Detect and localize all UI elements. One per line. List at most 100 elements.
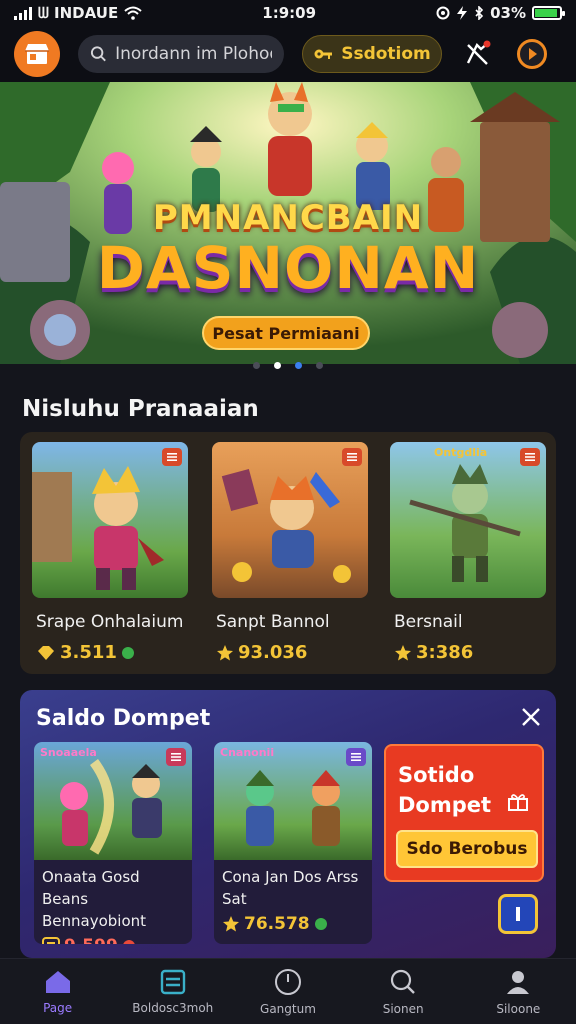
bluetooth-icon <box>475 6 484 20</box>
status-bar: ᗯ INDAUE 1:9:09 03% <box>0 0 576 26</box>
price-value: 3.511 <box>60 642 117 663</box>
hero-title-line1: PMNANCBAIN <box>152 198 424 238</box>
menu-icon[interactable] <box>162 448 182 466</box>
nav-label: Boldosc3moh <box>132 1000 214 1015</box>
bolt-icon <box>457 6 468 20</box>
nav-label: Sionen <box>382 1001 424 1016</box>
game-thumbnail <box>32 442 188 598</box>
promo-title-line1: Sotido <box>398 763 475 787</box>
wallet-icon <box>160 969 185 994</box>
thumb-banner: Cnanonii <box>220 746 275 759</box>
gift-icon <box>508 794 528 811</box>
promo-card[interactable]: Sotido Dompet Sdo Berobus <box>384 744 544 882</box>
carousel-dots <box>0 362 576 372</box>
notification-icon <box>466 40 491 65</box>
saldo-game-price: 76.578 <box>214 910 372 938</box>
close-icon[interactable] <box>520 706 542 728</box>
battery-percent: 03% <box>490 4 526 22</box>
saldo-dompet-panel: Saldo Dompet Snoaaela Onaata Gosd Beans … <box>20 690 556 958</box>
section-title: Nisluhu Pranaaian <box>22 396 259 422</box>
saldo-title: Saldo Dompet <box>36 706 211 731</box>
star-icon <box>395 644 411 660</box>
bottom-navigation: Page Boldosc3moh Gangtum Sionen Siloone <box>0 958 576 1024</box>
promo-button[interactable]: Sdo Berobus <box>396 830 538 868</box>
game-price: 3.511 <box>32 642 188 663</box>
signal-icon <box>14 6 32 20</box>
nav-label: Page <box>43 1000 73 1015</box>
price-value: 9.599 <box>64 936 118 944</box>
store-icon <box>25 44 49 64</box>
saldo-game-name: Cona Jan Dos Arss Sat <box>214 860 372 910</box>
game-card[interactable]: Ontgdlia Bersnail 3:386 <box>390 442 546 663</box>
star-icon <box>217 644 233 660</box>
game-thumbnail <box>212 442 368 598</box>
game-thumbnail: Snoaaela <box>34 742 192 860</box>
app-logo[interactable] <box>14 31 60 77</box>
carousel-dot[interactable] <box>274 362 281 369</box>
wifi-icon <box>124 6 142 20</box>
play-circle-icon <box>517 39 547 69</box>
saldo-game-price: 9.599 <box>34 932 192 944</box>
game-card[interactable]: Srape Onhalaium 3.511 <box>32 442 188 663</box>
menu-icon[interactable] <box>520 448 540 466</box>
hero-banner[interactable]: PMNANCBAIN DASNONAN Pesat Permiaani <box>0 82 576 364</box>
menu-icon[interactable] <box>166 748 186 766</box>
carousel-dot[interactable] <box>295 362 302 369</box>
search-icon <box>90 46 106 62</box>
coin-icon <box>123 940 135 944</box>
price-value: 76.578 <box>244 914 310 934</box>
menu-icon[interactable] <box>342 448 362 466</box>
nav-item-search[interactable]: Sionen <box>348 968 458 1016</box>
thumb-banner: Ontgdlia <box>434 446 488 459</box>
game-cards-panel: Srape Onhalaium 3.511 Sanpt Bannol 93.03… <box>20 432 556 674</box>
clock-icon <box>274 968 301 995</box>
game-name-line2: Bennayobiont <box>42 912 147 930</box>
nav-label: Siloone <box>496 1001 541 1016</box>
play-button[interactable] <box>514 36 550 72</box>
carousel-dot[interactable] <box>253 362 260 369</box>
thumb-banner: Snoaaela <box>40 746 97 759</box>
menu-icon[interactable] <box>346 748 366 766</box>
top-bar: Inordann im Plohod Ssdotiom <box>0 26 576 82</box>
carrier-label: ᗯ INDAUE <box>38 4 119 22</box>
saldo-game-card[interactable]: Cnanonii Cona Jan Dos Arss Sat 76.578 <box>214 742 372 944</box>
search-bar[interactable]: Inordann im Plohod <box>78 35 284 73</box>
game-name-line2: Sat <box>222 890 247 908</box>
hero-cta-button[interactable]: Pesat Permiaani <box>202 316 370 350</box>
ticket-icon <box>42 937 60 944</box>
saldo-game-name: Onaata Gosd Beans Bennayobiont <box>34 860 192 932</box>
game-card[interactable]: Sanpt Bannol 93.036 <box>212 442 368 663</box>
game-price: 3:386 <box>390 642 546 663</box>
nav-label: Gangtum <box>260 1001 316 1016</box>
game-name-line1: Cona Jan Dos Arss <box>222 868 359 886</box>
hero-title-line2: DASNONAN <box>96 234 480 302</box>
game-name-line1: Onaata Gosd Beans <box>42 868 140 908</box>
nav-item-profile[interactable]: Siloone <box>463 968 573 1016</box>
status-time: 1:9:09 <box>262 4 317 22</box>
info-icon <box>516 907 520 921</box>
search-input[interactable]: Inordann im Plohod <box>115 44 272 64</box>
home-icon <box>45 970 70 993</box>
game-price: 93.036 <box>212 642 368 663</box>
nav-item-clock[interactable]: Gangtum <box>233 968 343 1016</box>
coin-icon <box>121 646 134 659</box>
game-name: Sanpt Bannol <box>216 612 330 632</box>
notification-button[interactable] <box>460 36 496 72</box>
promo-title-line2: Dompet <box>398 793 492 817</box>
game-thumbnail: Ontgdlia <box>390 442 546 598</box>
gem-icon <box>38 645 54 660</box>
carousel-dot[interactable] <box>316 362 323 369</box>
location-icon <box>436 6 450 20</box>
nav-item-wallet[interactable]: Boldosc3moh <box>118 969 228 1015</box>
game-name: Bersnail <box>394 612 463 632</box>
info-button[interactable] <box>498 894 538 934</box>
wallet-button[interactable]: Ssdotiom <box>302 35 442 73</box>
promo-title: Sotido Dompet <box>398 760 491 820</box>
saldo-game-card[interactable]: Snoaaela Onaata Gosd Beans Bennayobiont … <box>34 742 192 944</box>
profile-icon <box>507 970 530 994</box>
game-name: Srape Onhalaium <box>36 612 184 632</box>
key-icon <box>314 49 333 59</box>
coin-icon <box>314 918 327 930</box>
nav-item-home[interactable]: Page <box>3 969 113 1015</box>
price-value: 3:386 <box>416 642 474 663</box>
